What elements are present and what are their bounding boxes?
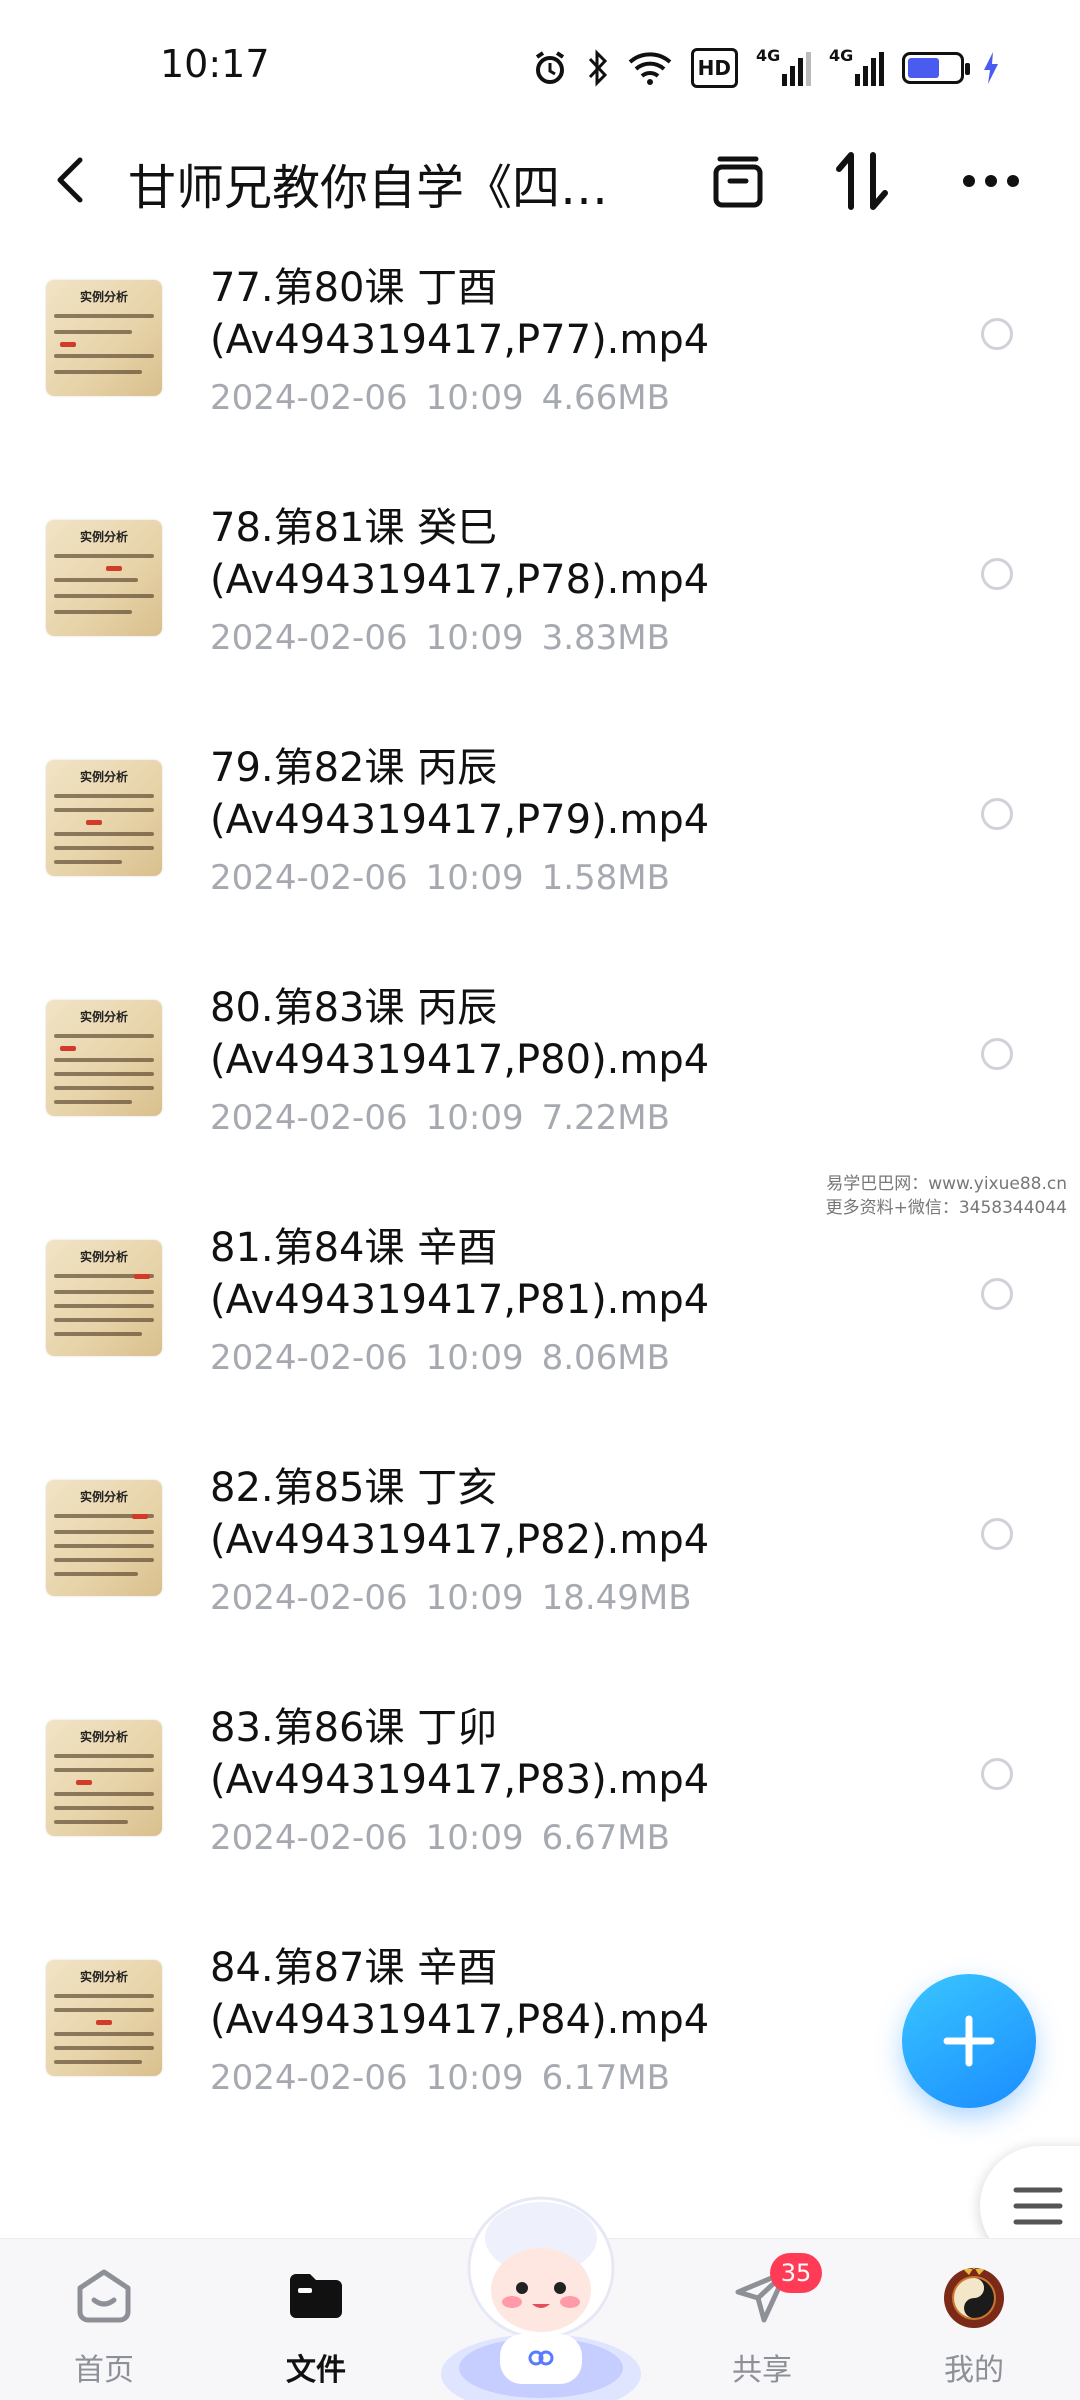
- file-meta: 2024-02-06 10:09 6.17MB: [210, 2058, 670, 2098]
- mascot-icon[interactable]: [432, 2178, 650, 2400]
- nav-label: 文件: [286, 2353, 346, 2388]
- watermark: 易学巴巴网：www.yixue88.cn 更多资料+微信：3458344044: [825, 1174, 1067, 1218]
- signal-4g-icon: 4G: [756, 46, 811, 86]
- select-radio[interactable]: [981, 1518, 1013, 1550]
- home-icon: [69, 2261, 139, 2331]
- thumbnail-title: 实例分析: [79, 770, 128, 784]
- select-radio[interactable]: [981, 798, 1013, 830]
- file-meta: 2024-02-06 10:09 4.66MB: [210, 378, 670, 418]
- video-thumbnail: 实例分析: [46, 520, 162, 636]
- more-button[interactable]: [956, 146, 1026, 216]
- more-icon: [963, 175, 1019, 187]
- file-name: 79.第82课 丙辰 (Av494319417,P79).mp4: [210, 745, 710, 843]
- file-meta: 2024-02-06 10:09 6.67MB: [210, 1818, 670, 1858]
- thumbnail-title: 实例分析: [79, 530, 128, 544]
- status-icons: HD 4G 4G: [531, 44, 1000, 92]
- share-badge: 35: [770, 2253, 822, 2293]
- signal-4g-icon: 4G: [829, 46, 884, 86]
- network-label: 4G: [756, 46, 781, 65]
- alarm-icon: [531, 48, 569, 88]
- file-list-item[interactable]: 实例分析 82.第85课 丁亥 (Av494319417,P82).mp4 202…: [0, 1440, 1080, 1680]
- status-time: 10:17: [160, 42, 270, 86]
- thumbnail-title: 实例分析: [79, 1490, 128, 1504]
- network-label: 4G: [829, 46, 854, 65]
- file-meta: 2024-02-06 10:09 8.06MB: [210, 1338, 670, 1378]
- file-list-item[interactable]: 实例分析 78.第81课 癸巳 (Av494319417,P78).mp4 202…: [0, 480, 1080, 720]
- charging-icon: [982, 48, 1000, 88]
- file-meta: 2024-02-06 10:09 1.58MB: [210, 858, 670, 898]
- nav-label: 首页: [74, 2353, 134, 2388]
- back-button[interactable]: [40, 150, 100, 210]
- nav-item-home[interactable]: 首页: [24, 2261, 184, 2391]
- bluetooth-icon: [587, 48, 609, 88]
- archive-icon: [713, 156, 763, 208]
- video-thumbnail: 实例分析: [46, 280, 162, 396]
- archive-button[interactable]: [703, 146, 773, 216]
- thumbnail-title: 实例分析: [79, 290, 128, 304]
- page-title: 甘师兄教你自学《四…: [128, 160, 609, 216]
- select-radio[interactable]: [981, 1038, 1013, 1070]
- nav-item-files[interactable]: 文件: [236, 2261, 396, 2391]
- wifi-icon: [627, 48, 673, 88]
- file-name: 80.第83课 丙辰 (Av494319417,P80).mp4: [210, 985, 710, 1083]
- thumbnail-title: 实例分析: [79, 1730, 128, 1744]
- file-list-item[interactable]: 实例分析 81.第84课 辛酉 (Av494319417,P81).mp4 202…: [0, 1200, 1080, 1440]
- video-thumbnail: 实例分析: [46, 1480, 162, 1596]
- nav-label: 共享: [732, 2353, 792, 2388]
- profile-avatar-icon: [939, 2261, 1009, 2331]
- sort-button[interactable]: [828, 146, 898, 216]
- thumbnail-title: 实例分析: [79, 1970, 128, 1984]
- file-meta: 2024-02-06 10:09 18.49MB: [210, 1578, 692, 1618]
- plus-icon: [943, 2015, 995, 2067]
- status-bar: 10:17 HD 4G 4G: [0, 0, 1080, 130]
- file-meta: 2024-02-06 10:09 3.83MB: [210, 618, 670, 658]
- thumbnail-title: 实例分析: [79, 1250, 128, 1264]
- file-name: 81.第84课 辛酉 (Av494319417,P81).mp4: [210, 1225, 710, 1323]
- file-list-item[interactable]: 实例分析 77.第80课 丁酉 (Av494319417,P77).mp4 202…: [0, 240, 1080, 480]
- select-radio[interactable]: [981, 1278, 1013, 1310]
- battery-icon: [902, 52, 970, 84]
- back-icon: [57, 157, 83, 203]
- file-list-item[interactable]: 实例分析 80.第83课 丙辰 (Av494319417,P80).mp4 202…: [0, 960, 1080, 1200]
- hd-icon: HD: [690, 48, 738, 88]
- select-radio[interactable]: [981, 318, 1013, 350]
- folder-icon: [281, 2261, 351, 2331]
- video-thumbnail: 实例分析: [46, 1000, 162, 1116]
- add-button[interactable]: [902, 1974, 1036, 2108]
- select-radio[interactable]: [981, 558, 1013, 590]
- video-thumbnail: 实例分析: [46, 760, 162, 876]
- menu-icon: [1013, 2187, 1063, 2225]
- video-thumbnail: 实例分析: [46, 1720, 162, 1836]
- nav-item-profile[interactable]: 我的: [894, 2261, 1054, 2391]
- sort-icon: [836, 152, 888, 210]
- select-radio[interactable]: [981, 1758, 1013, 1790]
- nav-item-share[interactable]: 35 共享: [682, 2253, 842, 2391]
- nav-label: 我的: [944, 2353, 1004, 2388]
- file-list-item[interactable]: 实例分析 83.第86课 丁卯 (Av494319417,P83).mp4 202…: [0, 1680, 1080, 1920]
- file-name: 82.第85课 丁亥 (Av494319417,P82).mp4: [210, 1465, 710, 1563]
- file-meta: 2024-02-06 10:09 7.22MB: [210, 1098, 670, 1138]
- video-thumbnail: 实例分析: [46, 1240, 162, 1356]
- file-list-item[interactable]: 实例分析 79.第82课 丙辰 (Av494319417,P79).mp4 202…: [0, 720, 1080, 960]
- file-name: 84.第87课 辛酉 (Av494319417,P84).mp4: [210, 1945, 710, 2043]
- file-name: 83.第86课 丁卯 (Av494319417,P83).mp4: [210, 1705, 710, 1803]
- video-thumbnail: 实例分析: [46, 1960, 162, 2076]
- file-name: 77.第80课 丁酉 (Av494319417,P77).mp4: [210, 265, 710, 363]
- header: 甘师兄教你自学《四…: [0, 130, 1080, 230]
- file-name: 78.第81课 癸巳 (Av494319417,P78).mp4: [210, 505, 710, 603]
- thumbnail-title: 实例分析: [79, 1010, 128, 1024]
